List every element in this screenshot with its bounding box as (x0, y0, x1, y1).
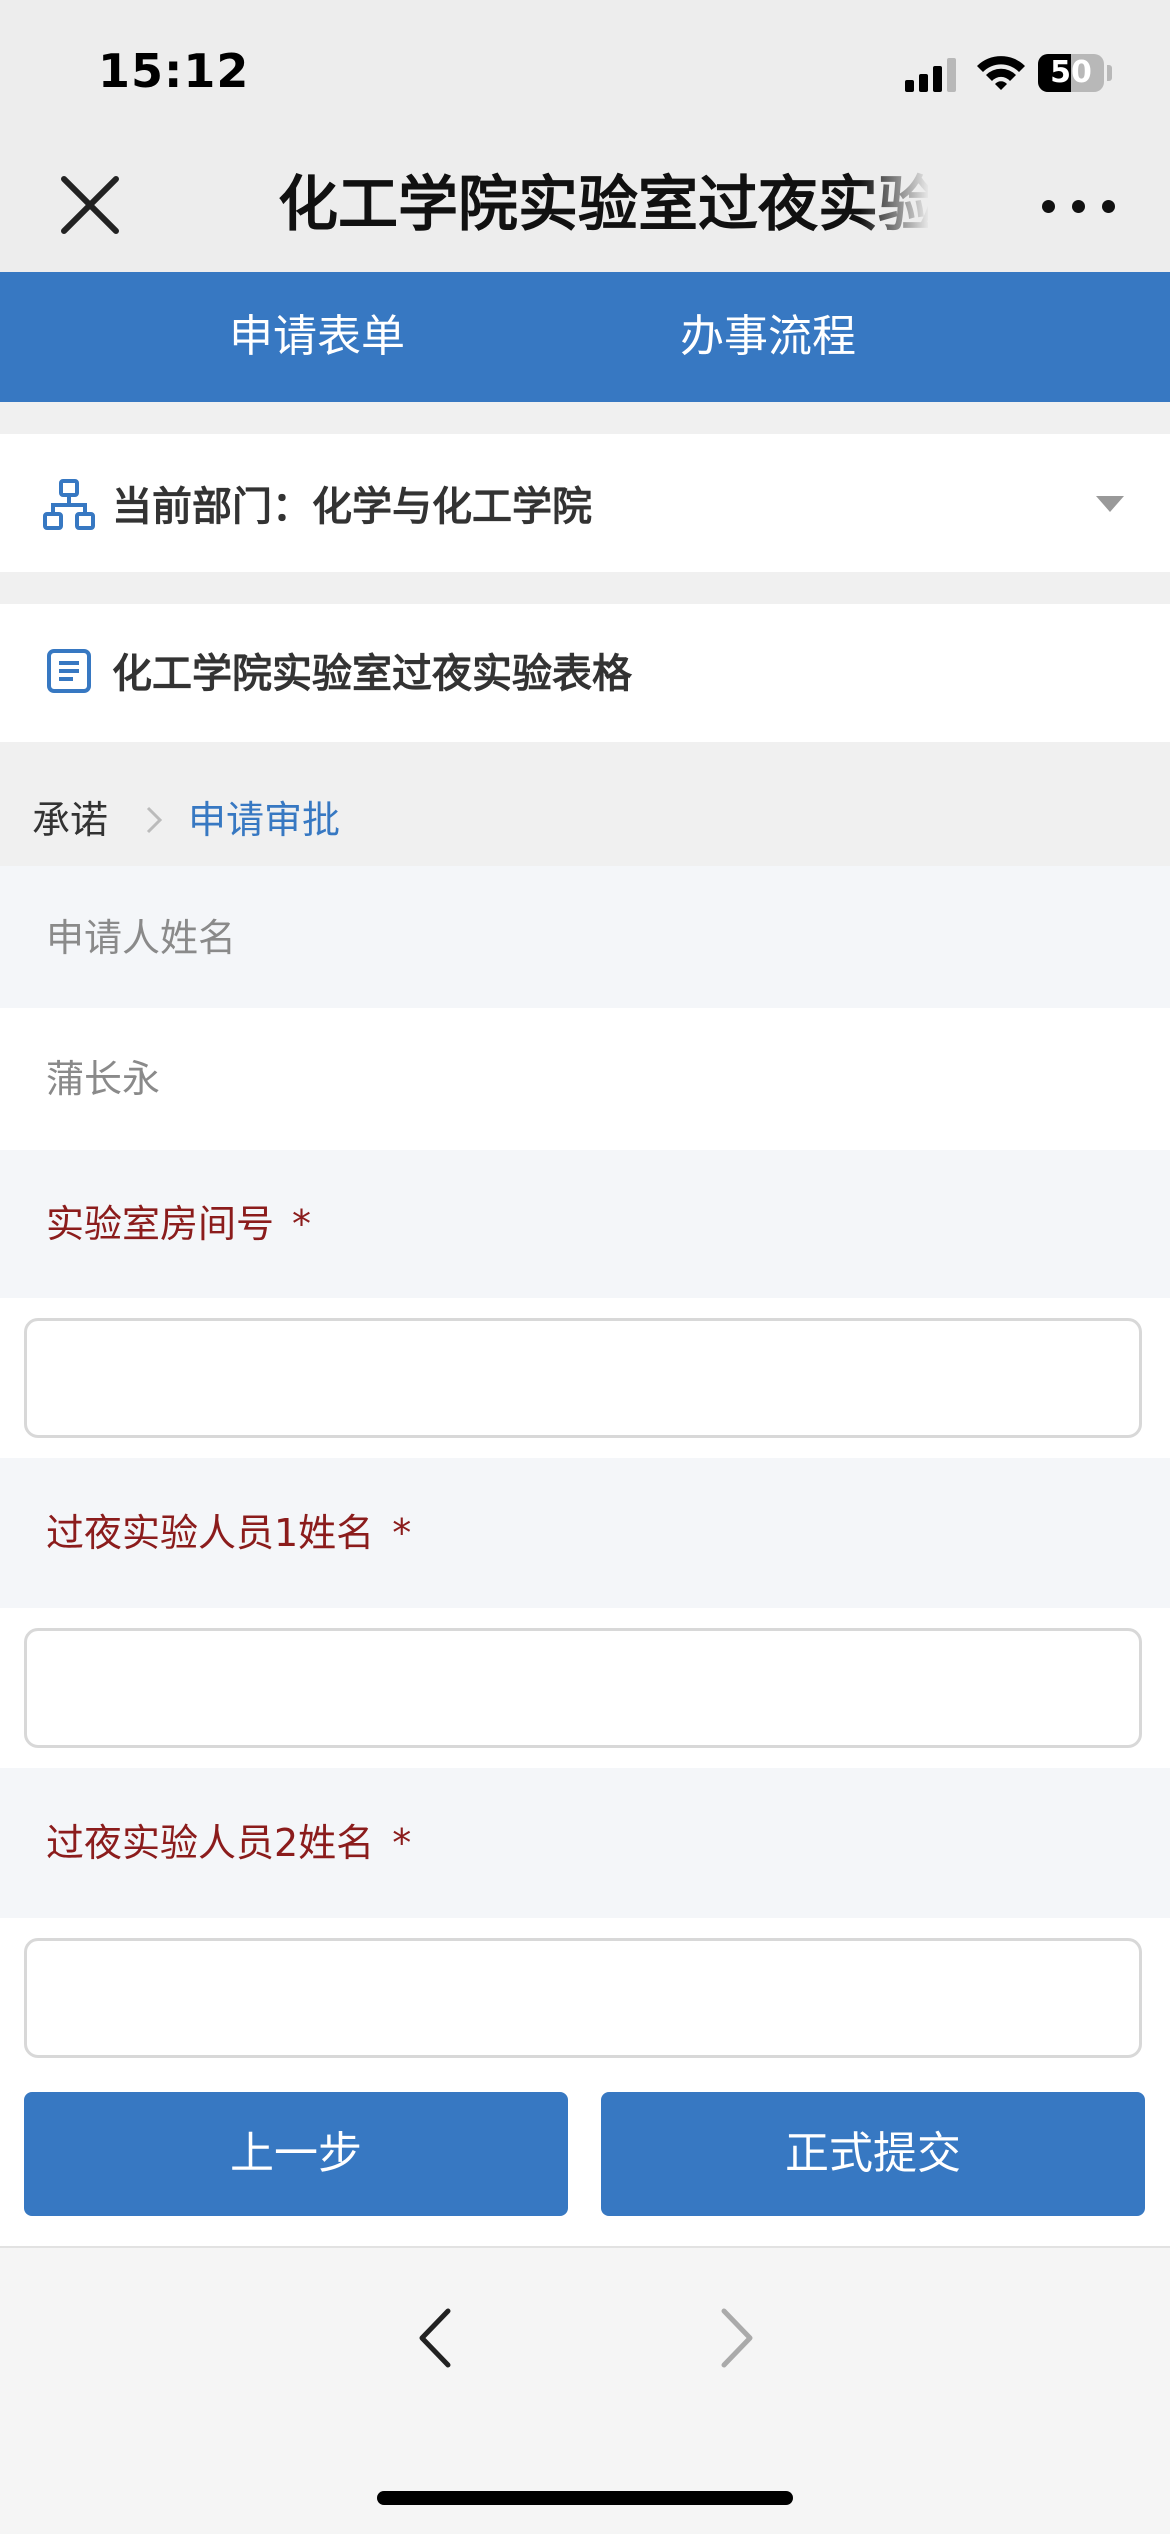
room-number-label: 实验室房间号 * (46, 1194, 311, 1254)
org-chart-icon (43, 479, 95, 530)
breadcrumb-step-commitment[interactable]: 承诺 (32, 790, 108, 850)
battery-icon: 50 (1038, 54, 1104, 92)
person1-name-label: 过夜实验人员1姓名 * (46, 1503, 411, 1563)
home-indicator (377, 2491, 793, 2505)
cellular-signal-icon (905, 58, 957, 92)
person1-name-label-text: 过夜实验人员1姓名 (46, 1511, 375, 1555)
person1-name-input[interactable] (24, 1628, 1142, 1748)
dropdown-arrow-icon[interactable] (1096, 496, 1124, 512)
person2-name-label: 过夜实验人员2姓名 * (46, 1813, 411, 1873)
person2-name-label-text: 过夜实验人员2姓名 (46, 1821, 375, 1865)
applicant-value-row (0, 1008, 1170, 1150)
required-mark: * (392, 1511, 412, 1555)
department-label: 当前部门：化学与化工学院 (112, 484, 592, 530)
previous-step-button[interactable]: 上一步 (24, 2092, 568, 2216)
page-title-wrap: 化工学院实验室过夜实验 (278, 165, 928, 245)
room-number-label-text: 实验室房间号 (46, 1202, 275, 1246)
tab-process[interactable]: 办事流程 (608, 272, 928, 402)
status-time: 15:12 (98, 44, 250, 98)
back-arrow-icon[interactable] (410, 2305, 460, 2371)
wifi-icon (977, 56, 1025, 90)
person2-name-input[interactable] (24, 1938, 1142, 2058)
applicant-name-label: 申请人姓名 (46, 916, 237, 960)
chevron-right-icon (146, 806, 163, 834)
forward-arrow-icon[interactable] (712, 2305, 762, 2371)
required-mark: * (392, 1821, 412, 1865)
close-icon[interactable] (50, 165, 130, 245)
breadcrumb-step-approval[interactable]: 申请审批 (188, 790, 340, 850)
submit-button[interactable]: 正式提交 (601, 2092, 1145, 2216)
document-icon (47, 649, 91, 693)
more-icon[interactable] (1042, 190, 1116, 220)
battery-nub (1107, 65, 1112, 81)
required-mark: * (292, 1202, 312, 1246)
title-fade (860, 165, 930, 245)
form-title: 化工学院实验室过夜实验表格 (112, 651, 632, 697)
applicant-name-value: 蒲长永 (46, 1057, 161, 1101)
page-title: 化工学院实验室过夜实验 (278, 170, 928, 240)
room-number-input[interactable] (24, 1318, 1142, 1438)
battery-level: 50 (1050, 55, 1092, 90)
tab-application-form[interactable]: 申请表单 (157, 272, 477, 402)
